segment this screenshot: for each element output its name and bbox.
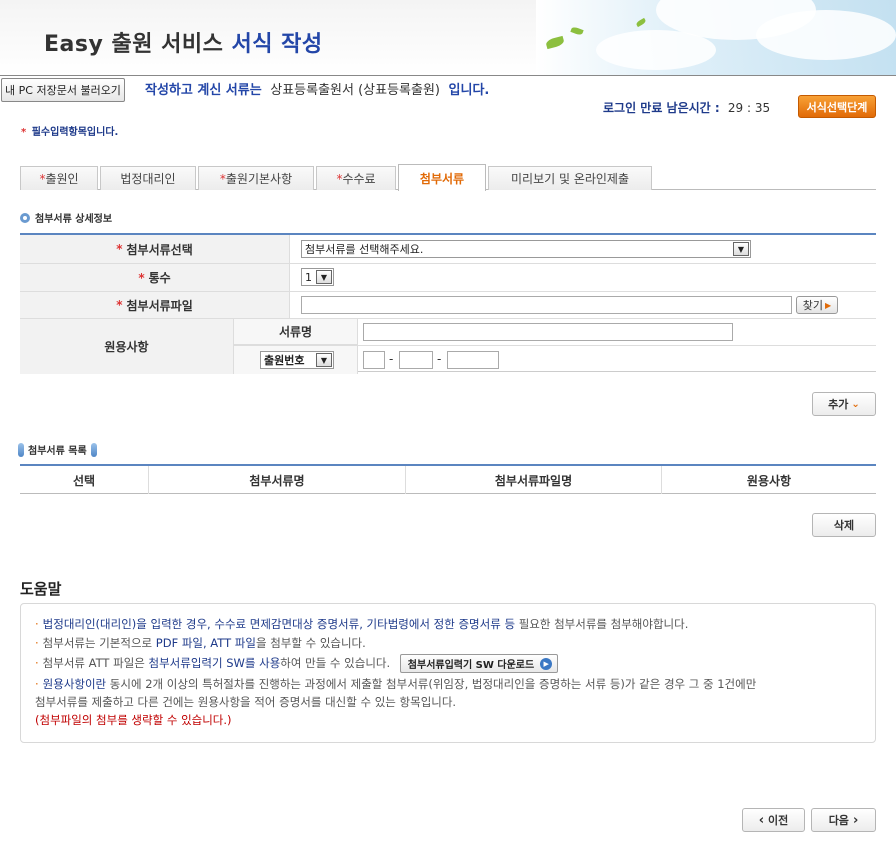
session-timer: 로그인 만료 남은시간 : 29 : 35 <box>603 99 770 116</box>
pill-bullet-icon <box>18 442 24 457</box>
help-title: 도움말 <box>20 580 62 598</box>
chevron-down-icon: ▼ <box>316 270 332 284</box>
app-title-main: Easy 출원 서비스 <box>44 32 224 57</box>
form-select-step-button[interactable]: 서식선택단계 <box>798 95 876 118</box>
help-line: (첨부파일의 첨부를 생략할 수 있습니다.) <box>35 713 232 727</box>
next-button[interactable]: 다음 › <box>811 808 876 832</box>
form-tabs: * 출원인 법정대리인 * 출원기본사항 * 수수료 첨부서류 미리보기 및 온라인제… <box>20 164 876 191</box>
list-col-reuse: 원용사항 <box>746 473 792 488</box>
dash-separator: - <box>437 352 442 366</box>
list-col-file-name: 첨부서류파일명 <box>406 466 662 494</box>
tab-attachments[interactable]: 첨부서류 <box>398 164 486 191</box>
row-reuse: 원용사항 서류명 출원번호 ▼ - - <box>20 319 876 374</box>
docname-input[interactable] <box>363 323 733 341</box>
dash-separator: - <box>389 352 394 366</box>
help-line: · 첨부서류는 기본적으로 PDF 파일, ATT 파일을 첨부할 수 있습니다. <box>35 636 366 650</box>
file-label: * 첨부서류파일 <box>20 292 290 318</box>
tab-fee[interactable]: * 수수료 <box>316 166 396 190</box>
circle-bullet-icon <box>20 212 30 223</box>
tab-legal-agent[interactable]: 법정대리인 <box>100 166 196 190</box>
leaf-icon <box>545 35 565 50</box>
help-line: · 법정대리인(대리인)을 입력한 경우, 수수료 면제감면대상 증명서류, 기타… <box>35 617 689 631</box>
tab-applicant[interactable]: * 출원인 <box>20 166 98 190</box>
add-button[interactable]: 추가 ⌄ <box>812 392 876 416</box>
help-line: · 첨부서류 ATT 파일은 첨부서류입력기 SW를 사용하여 만들 수 있습니다… <box>35 654 559 673</box>
prev-button[interactable]: ‹ 이전 <box>742 808 805 832</box>
delete-button[interactable]: 삭제 <box>812 513 876 537</box>
download-sw-button[interactable]: 첨부서류입력기 SW 다운로드 ▶ <box>399 654 559 673</box>
find-file-button[interactable]: 찾기 ▶ <box>796 296 838 314</box>
download-arrow-icon: ▶ <box>540 657 553 670</box>
app-title-accent: 서식 작성 <box>231 32 323 57</box>
timer-value: 29 : 35 <box>727 101 771 115</box>
leaf-icon <box>635 17 647 28</box>
row-file: * 첨부서류파일 찾기 ▶ <box>20 292 876 319</box>
chevron-down-icon: ▼ <box>733 242 749 256</box>
file-path-input[interactable] <box>301 296 792 314</box>
load-saved-document-button[interactable]: 내 PC 저장문서 불러오기 <box>1 78 125 102</box>
required-star-icon: * <box>21 127 27 138</box>
chevron-right-icon: › <box>852 812 859 828</box>
header-decoration <box>536 0 896 75</box>
help-box: · 법정대리인(대리인)을 입력한 경우, 수수료 면제감면대상 증명서류, 기타… <box>20 603 876 743</box>
pill-bullet-icon <box>90 442 97 457</box>
chevron-left-icon: ‹ <box>758 812 765 828</box>
list-col-select: 선택 <box>20 466 149 494</box>
attach-type-select[interactable]: 첨부서류를 선택해주세요. ▼ <box>301 240 751 258</box>
required-note-text: 필수입력항목입니다. <box>31 127 119 138</box>
reuse-label: 원용사항 <box>20 319 234 374</box>
list-col-doc-name: 첨부서류명 <box>149 466 406 494</box>
docname-label: 서류명 <box>234 319 358 345</box>
current-document-info: 작성하고 계신 서류는 상표등록출원서 (상표등록출원) 입니다. <box>145 79 489 98</box>
doc-suffix: 입니다. <box>448 83 490 98</box>
leaf-icon <box>570 26 584 36</box>
number-part3-input[interactable] <box>447 351 499 369</box>
number-part2-input[interactable] <box>399 351 433 369</box>
copies-select[interactable]: 1 ▼ <box>301 268 334 286</box>
attach-select-label: * 첨부서류선택 <box>20 235 290 263</box>
detail-section-title: 첨부서류 상세정보 <box>20 210 112 225</box>
tab-preview-submit[interactable]: 미리보기 및 온라인제출 <box>488 166 652 190</box>
required-note: * 필수입력항목입니다. <box>21 123 118 138</box>
doc-prefix: 작성하고 계신 서류는 <box>145 83 262 98</box>
row-attach-select: * 첨부서류선택 첨부서류를 선택해주세요. ▼ <box>20 235 876 264</box>
help-line: 첨부서류를 제출하고 다른 건에는 원용사항을 적어 증명서를 대신할 수 있는… <box>35 695 457 709</box>
doc-name: 상표등록출원서 (상표등록출원) <box>270 83 440 98</box>
number-type-cell: 출원번호 ▼ <box>234 346 358 374</box>
list-section-title: 첨부서류 목록 <box>18 442 101 457</box>
app-title: Easy 출원 서비스 서식 작성 <box>44 26 323 58</box>
number-part1-input[interactable] <box>363 351 385 369</box>
copies-label: * 통수 <box>20 264 290 291</box>
attachment-list-table: 선택 첨부서류명 첨부서류파일명 원용사항 <box>20 464 876 494</box>
chevron-down-icon: ⌄ <box>851 398 860 410</box>
help-line: · 원용사항이란 동시에 2개 이상의 특허절차를 진행하는 과정에서 제출할 첨… <box>35 677 757 691</box>
number-type-select[interactable]: 출원번호 ▼ <box>260 351 334 369</box>
timer-label: 로그인 만료 남은시간 : <box>603 101 720 115</box>
tab-basic-info[interactable]: * 출원기본사항 <box>198 166 314 190</box>
arrow-right-icon: ▶ <box>825 300 832 310</box>
page-header: Easy 출원 서비스 서식 작성 <box>0 0 896 76</box>
row-copies: * 통수 1 ▼ <box>20 264 876 292</box>
attachment-detail-table: * 첨부서류선택 첨부서류를 선택해주세요. ▼ * 통수 1 ▼ * 첨부서류파일 … <box>20 233 876 374</box>
chevron-down-icon: ▼ <box>316 353 332 367</box>
